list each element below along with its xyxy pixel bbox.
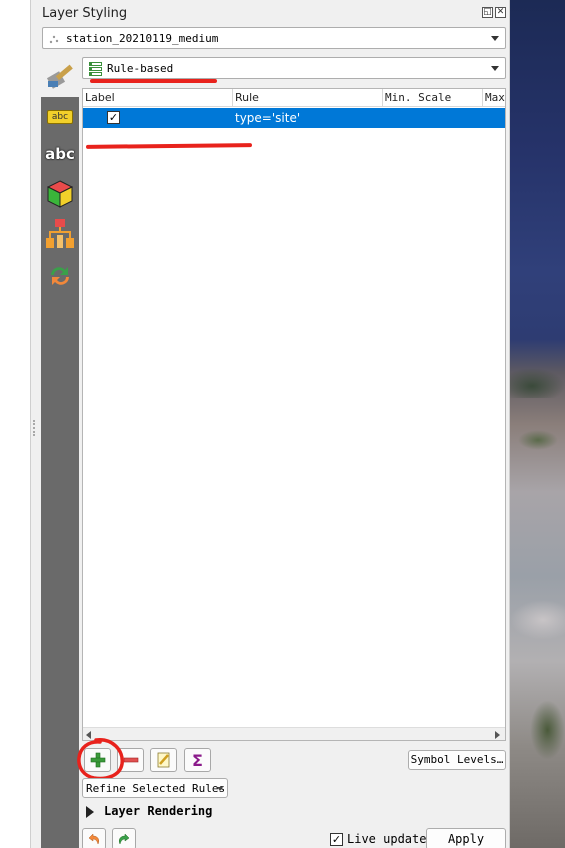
count-features-button[interactable]: Σ bbox=[184, 748, 211, 772]
column-header-rule[interactable]: Rule bbox=[233, 89, 383, 107]
refine-rules-label: Refine Selected Rules bbox=[86, 782, 226, 795]
close-dock-button[interactable]: ✕ bbox=[495, 7, 506, 18]
annotation-underline-renderer bbox=[90, 79, 217, 83]
point-layer-icon bbox=[49, 35, 59, 44]
labels-abc-yellow-icon: abc bbox=[47, 110, 73, 124]
sigma-icon: Σ bbox=[192, 750, 203, 770]
checkmark-icon: ✓ bbox=[108, 111, 119, 124]
apply-button[interactable]: Apply bbox=[426, 828, 506, 848]
rule-expression: type='site' bbox=[235, 111, 301, 125]
pencil-icon bbox=[157, 752, 169, 768]
layer-combo[interactable]: station_20210119_medium bbox=[42, 27, 506, 49]
redo-icon bbox=[118, 833, 130, 845]
dock-title: Layer Styling bbox=[42, 6, 128, 21]
map-canvas-background bbox=[510, 0, 565, 848]
renderer-combo[interactable]: Rule-based bbox=[82, 57, 506, 79]
layer-combo-value: station_20210119_medium bbox=[66, 32, 219, 45]
rule-enabled-checkbox[interactable]: ✓ bbox=[107, 111, 120, 124]
chevron-down-icon bbox=[491, 66, 499, 71]
history-tab[interactable] bbox=[44, 262, 76, 290]
close-icon: ✕ bbox=[496, 7, 505, 17]
style-tab-bar bbox=[41, 97, 79, 848]
column-header-min-scale[interactable]: Min. Scale bbox=[383, 89, 483, 107]
refine-rules-dropdown[interactable]: Refine Selected Rules bbox=[82, 778, 228, 798]
checkmark-icon: ✓ bbox=[331, 833, 342, 846]
table-row[interactable]: ✓ type='site' bbox=[83, 108, 505, 128]
chevron-down-icon bbox=[217, 787, 223, 791]
labels-tab[interactable]: abc bbox=[44, 103, 76, 131]
live-update-label: Live update bbox=[347, 832, 427, 846]
masks-tab[interactable]: abc bbox=[44, 140, 76, 168]
map-canvas-left-strip bbox=[0, 0, 31, 848]
float-icon: ◱ bbox=[483, 7, 492, 17]
annotation-circle-add bbox=[77, 738, 124, 781]
history-undo-icon bbox=[51, 267, 69, 285]
undo-icon bbox=[88, 833, 100, 845]
diagrams-tab[interactable] bbox=[44, 219, 76, 248]
3d-view-cube-icon bbox=[46, 180, 74, 208]
rule-tree-header: Label Rule Min. Scale Max. bbox=[83, 89, 505, 107]
column-header-max-scale[interactable]: Max. bbox=[483, 89, 505, 107]
column-header-label[interactable]: Label bbox=[83, 89, 233, 107]
horizontal-scrollbar[interactable] bbox=[83, 727, 505, 740]
expand-arrow-icon[interactable] bbox=[86, 806, 94, 818]
diagrams-icon bbox=[46, 219, 74, 248]
redo-button[interactable] bbox=[112, 828, 136, 848]
scroll-right-icon[interactable] bbox=[495, 731, 500, 739]
rule-tree[interactable]: Label Rule Min. Scale Max. ✓ type='site' bbox=[82, 88, 506, 741]
3d-view-tab[interactable] bbox=[44, 180, 76, 208]
chevron-down-icon bbox=[491, 36, 499, 41]
float-dock-button[interactable]: ◱ bbox=[482, 7, 493, 18]
symbol-levels-button[interactable]: Symbol Levels… bbox=[408, 750, 506, 770]
layer-rendering-section[interactable]: Layer Rendering bbox=[104, 804, 212, 818]
live-update-checkbox[interactable]: ✓ bbox=[330, 833, 343, 846]
renderer-combo-value: Rule-based bbox=[107, 62, 174, 75]
symbology-paintbrush-icon[interactable] bbox=[45, 60, 77, 90]
undo-button[interactable] bbox=[82, 828, 106, 848]
edit-rule-button[interactable] bbox=[150, 748, 177, 772]
rule-based-renderer-icon bbox=[89, 62, 102, 76]
masks-abc-icon: abc bbox=[45, 145, 75, 163]
